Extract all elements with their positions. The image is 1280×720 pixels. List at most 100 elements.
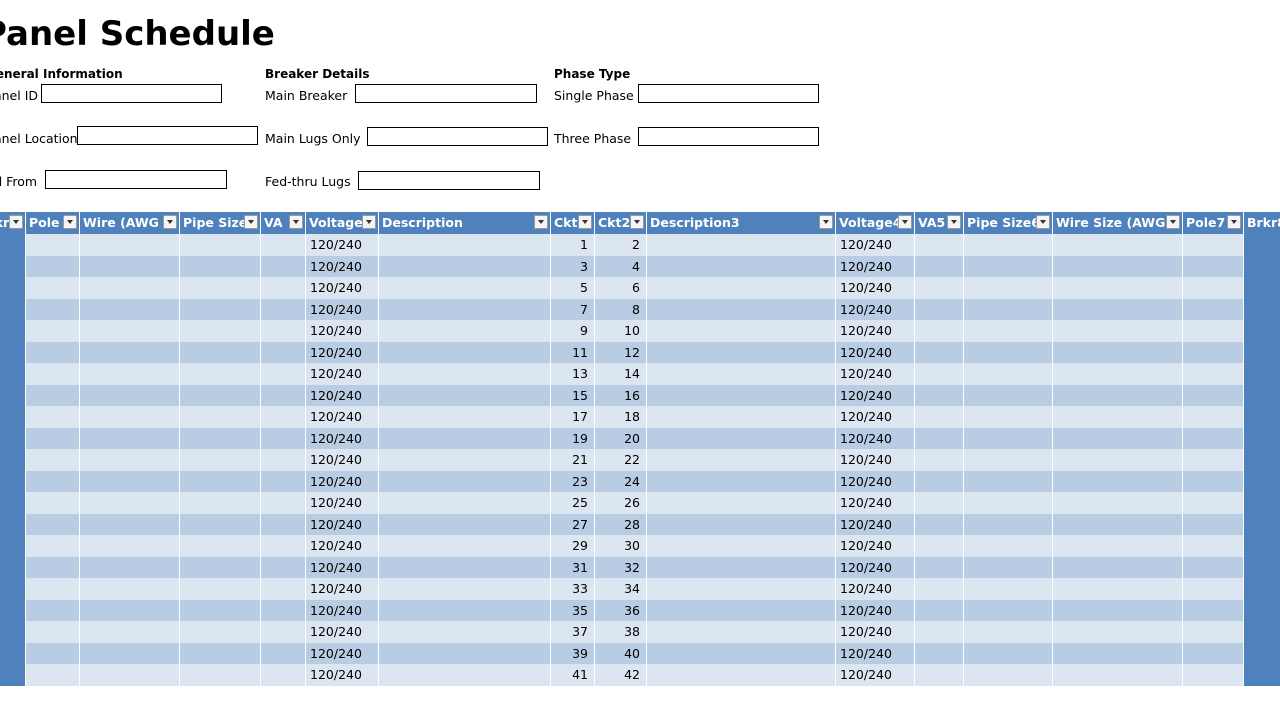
cell-ckt[interactable]: 39 xyxy=(551,642,595,664)
cell-voltage[interactable]: 120/240 xyxy=(306,535,379,557)
cell-ckt[interactable]: 41 xyxy=(551,664,595,686)
empty-cell[interactable] xyxy=(915,621,964,643)
cell-voltage4[interactable]: 120/240 xyxy=(836,298,915,320)
empty-cell[interactable] xyxy=(647,341,836,363)
empty-cell[interactable] xyxy=(80,406,180,428)
empty-cell[interactable] xyxy=(915,535,964,557)
empty-cell[interactable] xyxy=(647,642,836,664)
cell-ckt2[interactable]: 16 xyxy=(595,384,647,406)
row-edge-cell[interactable] xyxy=(1244,513,1280,535)
empty-cell[interactable] xyxy=(647,535,836,557)
empty-cell[interactable] xyxy=(1053,277,1183,299)
empty-cell[interactable] xyxy=(1053,427,1183,449)
cell-ckt[interactable]: 25 xyxy=(551,492,595,514)
row-edge-cell[interactable] xyxy=(0,277,26,299)
empty-cell[interactable] xyxy=(379,255,551,277)
empty-cell[interactable] xyxy=(964,535,1053,557)
row-edge-cell[interactable] xyxy=(1244,234,1280,256)
cell-ckt2[interactable]: 2 xyxy=(595,234,647,256)
empty-cell[interactable] xyxy=(379,406,551,428)
empty-cell[interactable] xyxy=(379,341,551,363)
row-edge-cell[interactable] xyxy=(1244,556,1280,578)
empty-cell[interactable] xyxy=(26,578,80,600)
cell-ckt[interactable]: 3 xyxy=(551,255,595,277)
empty-cell[interactable] xyxy=(80,599,180,621)
empty-cell[interactable] xyxy=(379,578,551,600)
empty-cell[interactable] xyxy=(647,492,836,514)
empty-cell[interactable] xyxy=(915,449,964,471)
empty-cell[interactable] xyxy=(964,449,1053,471)
row-edge-cell[interactable] xyxy=(0,578,26,600)
cell-voltage4[interactable]: 120/240 xyxy=(836,578,915,600)
filter-dropdown-icon[interactable] xyxy=(578,215,592,229)
empty-cell[interactable] xyxy=(1053,513,1183,535)
cell-voltage[interactable]: 120/240 xyxy=(306,320,379,342)
header-va5[interactable]: VA5 xyxy=(915,212,964,234)
empty-cell[interactable] xyxy=(261,234,306,256)
cell-ckt[interactable]: 33 xyxy=(551,578,595,600)
empty-cell[interactable] xyxy=(964,513,1053,535)
empty-cell[interactable] xyxy=(261,277,306,299)
cell-voltage4[interactable]: 120/240 xyxy=(836,664,915,686)
empty-cell[interactable] xyxy=(647,298,836,320)
cell-voltage4[interactable]: 120/240 xyxy=(836,427,915,449)
cell-ckt2[interactable]: 38 xyxy=(595,621,647,643)
empty-cell[interactable] xyxy=(80,277,180,299)
cell-voltage[interactable]: 120/240 xyxy=(306,578,379,600)
empty-cell[interactable] xyxy=(915,320,964,342)
empty-cell[interactable] xyxy=(80,492,180,514)
cell-ckt[interactable]: 9 xyxy=(551,320,595,342)
empty-cell[interactable] xyxy=(379,642,551,664)
empty-cell[interactable] xyxy=(1183,578,1244,600)
empty-cell[interactable] xyxy=(26,449,80,471)
cell-voltage[interactable]: 120/240 xyxy=(306,427,379,449)
cell-voltage4[interactable]: 120/240 xyxy=(836,642,915,664)
empty-cell[interactable] xyxy=(1183,298,1244,320)
empty-cell[interactable] xyxy=(180,427,261,449)
empty-cell[interactable] xyxy=(647,277,836,299)
empty-cell[interactable] xyxy=(261,621,306,643)
empty-cell[interactable] xyxy=(261,384,306,406)
single-phase-field[interactable] xyxy=(638,84,819,103)
empty-cell[interactable] xyxy=(80,470,180,492)
fed-from-field[interactable] xyxy=(45,170,227,189)
empty-cell[interactable] xyxy=(915,384,964,406)
empty-cell[interactable] xyxy=(379,320,551,342)
empty-cell[interactable] xyxy=(964,406,1053,428)
row-edge-cell[interactable] xyxy=(1244,341,1280,363)
header-voltage4[interactable]: Voltage4 xyxy=(836,212,915,234)
cell-voltage[interactable]: 120/240 xyxy=(306,556,379,578)
cell-voltage4[interactable]: 120/240 xyxy=(836,513,915,535)
empty-cell[interactable] xyxy=(261,427,306,449)
empty-cell[interactable] xyxy=(1183,470,1244,492)
empty-cell[interactable] xyxy=(26,470,80,492)
empty-cell[interactable] xyxy=(80,513,180,535)
cell-voltage4[interactable]: 120/240 xyxy=(836,363,915,385)
cell-voltage[interactable]: 120/240 xyxy=(306,384,379,406)
header-ckt[interactable]: Ckt xyxy=(551,212,595,234)
empty-cell[interactable] xyxy=(1053,341,1183,363)
empty-cell[interactable] xyxy=(647,556,836,578)
empty-cell[interactable] xyxy=(915,492,964,514)
row-edge-cell[interactable] xyxy=(1244,363,1280,385)
empty-cell[interactable] xyxy=(26,492,80,514)
cell-voltage4[interactable]: 120/240 xyxy=(836,449,915,471)
empty-cell[interactable] xyxy=(379,449,551,471)
empty-cell[interactable] xyxy=(180,449,261,471)
empty-cell[interactable] xyxy=(26,664,80,686)
empty-cell[interactable] xyxy=(26,406,80,428)
empty-cell[interactable] xyxy=(1183,363,1244,385)
empty-cell[interactable] xyxy=(379,664,551,686)
filter-dropdown-icon[interactable] xyxy=(244,215,258,229)
cell-voltage[interactable]: 120/240 xyxy=(306,449,379,471)
row-edge-cell[interactable] xyxy=(0,664,26,686)
cell-ckt2[interactable]: 14 xyxy=(595,363,647,385)
cell-voltage[interactable]: 120/240 xyxy=(306,406,379,428)
cell-voltage4[interactable]: 120/240 xyxy=(836,277,915,299)
cell-voltage[interactable]: 120/240 xyxy=(306,363,379,385)
cell-ckt[interactable]: 5 xyxy=(551,277,595,299)
row-edge-cell[interactable] xyxy=(1244,599,1280,621)
filter-dropdown-icon[interactable] xyxy=(819,215,833,229)
empty-cell[interactable] xyxy=(1183,277,1244,299)
cell-ckt2[interactable]: 4 xyxy=(595,255,647,277)
